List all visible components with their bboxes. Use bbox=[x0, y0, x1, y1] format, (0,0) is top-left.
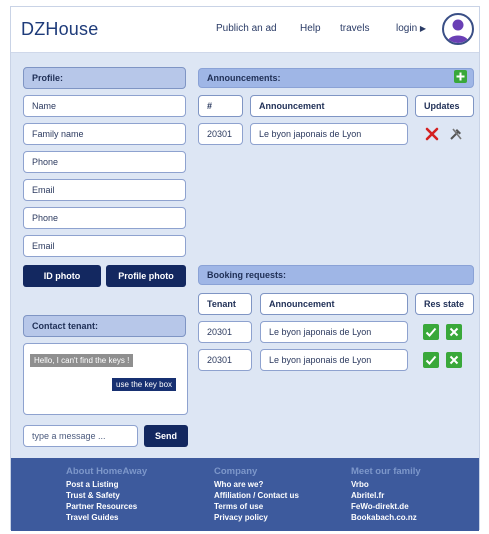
booking-row-2-announcement[interactable]: Le byon japonais de Lyon bbox=[260, 349, 408, 371]
decline-booking-1-button[interactable] bbox=[446, 324, 462, 340]
footer-company-title: Company bbox=[214, 466, 258, 477]
announcement-row-title[interactable]: Le byon japonais de Lyon bbox=[250, 123, 408, 145]
announcement-col-updates: Updates bbox=[415, 95, 474, 117]
footer-link-privacy[interactable]: Privacy policy bbox=[214, 512, 299, 523]
user-avatar[interactable] bbox=[442, 13, 474, 45]
name-field[interactable]: Name bbox=[23, 95, 186, 117]
chat-messages[interactable]: Hello, I can't find the keys ! use the k… bbox=[23, 343, 188, 415]
accept-booking-2-button[interactable] bbox=[423, 352, 439, 368]
profile-photo-button[interactable]: Profile photo bbox=[106, 265, 186, 287]
nav-login[interactable]: login ▶ bbox=[396, 23, 426, 34]
email-field-2[interactable]: Email bbox=[23, 235, 186, 257]
send-button[interactable]: Send bbox=[144, 425, 188, 447]
profile-title: Profile: bbox=[23, 67, 186, 89]
login-label: login bbox=[396, 23, 418, 34]
announcements-title: Announcements: bbox=[198, 68, 474, 88]
edit-announcement-icon[interactable] bbox=[448, 126, 464, 142]
incoming-message: Hello, I can't find the keys ! bbox=[30, 354, 134, 367]
footer-link-travel-guides[interactable]: Travel Guides bbox=[66, 512, 147, 523]
phone-field[interactable]: Phone bbox=[23, 151, 186, 173]
announcements-title-label: Announcements: bbox=[207, 73, 281, 83]
footer-link-vrbo[interactable]: Vrbo bbox=[351, 479, 421, 490]
booking-requests-title: Booking requests: bbox=[198, 265, 474, 285]
outgoing-message: use the key box bbox=[112, 378, 177, 391]
footer-link-affiliation-contact[interactable]: Affiliation / Contact us bbox=[214, 490, 299, 501]
id-photo-button[interactable]: ID photo bbox=[23, 265, 101, 287]
footer-link-trust-safety[interactable]: Trust & Safety bbox=[66, 490, 147, 501]
footer-about-title: About HomeAway bbox=[66, 466, 148, 477]
booking-row-1-announcement[interactable]: Le byon japonais de Lyon bbox=[260, 321, 408, 343]
brand-logo[interactable]: DZHouse bbox=[21, 19, 98, 40]
decline-booking-2-button[interactable] bbox=[446, 352, 462, 368]
delete-announcement-icon[interactable] bbox=[424, 126, 440, 142]
footer-about: About HomeAway Post a Listing Trust & Sa… bbox=[66, 466, 147, 523]
booking-col-tenant: Tenant bbox=[198, 293, 252, 315]
footer-family: Meet our family Vrbo Abritel.fr FeWo-dir… bbox=[351, 466, 421, 523]
login-arrow-icon: ▶ bbox=[419, 24, 427, 33]
footer-link-abritel[interactable]: Abritel.fr bbox=[351, 490, 421, 501]
top-header: DZHouse Publich an ad Help travels login… bbox=[11, 7, 479, 53]
footer-link-fewo[interactable]: FeWo-direkt.de bbox=[351, 501, 421, 512]
footer-company: Company Who are we? Affiliation / Contac… bbox=[214, 466, 299, 523]
nav-help[interactable]: Help bbox=[300, 23, 321, 34]
email-field[interactable]: Email bbox=[23, 179, 186, 201]
announcement-col-title: Announcement bbox=[250, 95, 408, 117]
accept-booking-1-button[interactable] bbox=[423, 324, 439, 340]
booking-row-2-tenant: 20301 bbox=[198, 349, 252, 371]
check-icon bbox=[425, 327, 437, 337]
booking-col-announcement: Announcement bbox=[260, 293, 408, 315]
nav-publish-ad[interactable]: Publich an ad bbox=[216, 23, 277, 34]
close-icon bbox=[449, 355, 459, 365]
footer-link-partner-resources[interactable]: Partner Resources bbox=[66, 501, 147, 512]
close-icon bbox=[425, 127, 439, 141]
plus-icon bbox=[456, 72, 465, 81]
booking-col-res-state: Res state bbox=[415, 293, 474, 315]
footer-link-post-listing[interactable]: Post a Listing bbox=[66, 479, 147, 490]
app-frame: DZHouse Publich an ad Help travels login… bbox=[10, 6, 480, 531]
tools-icon bbox=[450, 128, 462, 140]
nav-travels[interactable]: travels bbox=[340, 23, 369, 34]
booking-row-1-tenant: 20301 bbox=[198, 321, 252, 343]
user-icon bbox=[447, 19, 469, 43]
footer-link-bookabach[interactable]: Bookabach.co.nz bbox=[351, 512, 421, 523]
add-announcement-icon[interactable] bbox=[454, 70, 467, 83]
close-icon bbox=[449, 327, 459, 337]
footer-family-title: Meet our family bbox=[351, 466, 421, 477]
footer-link-terms[interactable]: Terms of use bbox=[214, 501, 299, 512]
announcement-col-id: # bbox=[198, 95, 243, 117]
check-icon bbox=[425, 355, 437, 365]
message-input[interactable]: type a message ... bbox=[23, 425, 138, 447]
contact-tenant-title: Contact tenant: bbox=[23, 315, 186, 337]
announcement-row-id: 20301 bbox=[198, 123, 243, 145]
phone-field-2[interactable]: Phone bbox=[23, 207, 186, 229]
footer-link-who-are-we[interactable]: Who are we? bbox=[214, 479, 299, 490]
family-name-field[interactable]: Family name bbox=[23, 123, 186, 145]
footer: About HomeAway Post a Listing Trust & Sa… bbox=[11, 458, 479, 531]
